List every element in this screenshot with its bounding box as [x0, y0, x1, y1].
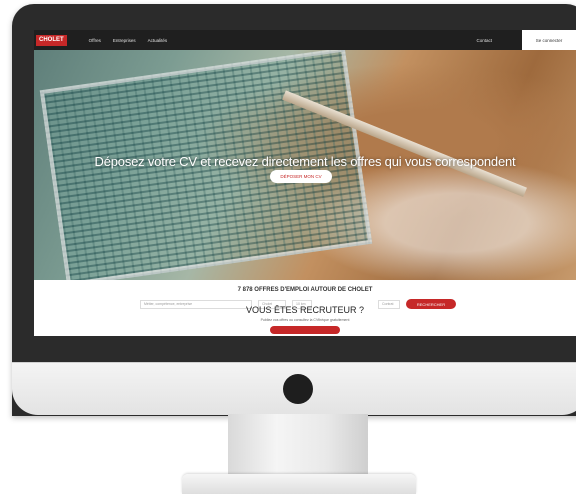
upload-cv-button[interactable]: DÉPOSER MON CV — [270, 170, 332, 183]
recruiter-title: VOUS ÊTES RECRUTEUR ? — [245, 305, 365, 315]
hero-banner: Déposez votre CV et recevez directement … — [34, 50, 576, 280]
website-screen: CHOLET Offres Entreprises Actualités Con… — [34, 30, 576, 336]
nav-item-entreprises[interactable]: Entreprises — [113, 38, 136, 43]
apple-logo-icon — [283, 374, 313, 404]
top-right-actions: Contact Se connecter — [476, 30, 576, 50]
offers-count-title: 7 878 OFFRES D'EMPLOI AUTOUR DE CHOLET — [237, 287, 373, 293]
recruiter-button[interactable] — [270, 326, 340, 334]
site-logo[interactable]: CHOLET — [36, 34, 67, 46]
contact-link[interactable]: Contact — [476, 38, 492, 43]
main-nav: Offres Entreprises Actualités — [89, 38, 167, 43]
top-navigation-bar: CHOLET Offres Entreprises Actualités Con… — [34, 30, 576, 50]
nav-item-actualites[interactable]: Actualités — [148, 38, 168, 43]
monitor-stand-neck — [228, 414, 368, 476]
hero-title: Déposez votre CV et recevez directement … — [94, 154, 516, 169]
recruiter-subtitle: Publiez vos offres ou consultez la CVthè… — [260, 318, 350, 322]
monitor-stand-foot — [182, 474, 416, 494]
nav-item-offres[interactable]: Offres — [89, 38, 101, 43]
login-button[interactable]: Se connecter — [522, 30, 576, 50]
